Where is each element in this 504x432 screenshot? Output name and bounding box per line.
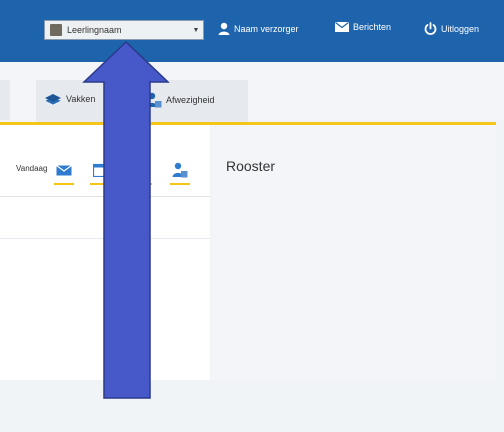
tab-previous[interactable] xyxy=(0,80,10,120)
absence-icon xyxy=(146,92,162,108)
tool-underline xyxy=(170,183,190,185)
document-icon xyxy=(136,163,148,177)
person-tool-button[interactable] xyxy=(170,160,190,185)
schedule-title: Rooster xyxy=(226,158,276,174)
power-icon xyxy=(424,22,437,35)
student-photo-icon xyxy=(50,24,62,36)
user-icon xyxy=(218,22,230,35)
logout-label: Uitloggen xyxy=(441,23,480,34)
tab-vakken[interactable]: Vakken xyxy=(44,92,95,106)
mail-tool-button[interactable] xyxy=(54,160,74,185)
tool-underline xyxy=(54,183,74,185)
divider xyxy=(0,196,210,197)
student-select[interactable]: Leerlingnaam ▼ xyxy=(44,20,204,40)
divider xyxy=(0,238,210,239)
tab-vakken-label: Vakken xyxy=(66,94,96,104)
calendar-icon xyxy=(93,163,107,177)
messages-link[interactable]: Berichten xyxy=(335,22,391,32)
tab-afwezigheid-label: Afwezigheid xyxy=(166,95,215,105)
calendar-tool-button[interactable] xyxy=(90,160,110,185)
tool-underline xyxy=(132,183,152,185)
user-menu[interactable]: Naam verzorger xyxy=(218,22,299,35)
messages-label: Berichten xyxy=(353,22,392,32)
tab-afwezigheid[interactable]: Afwezigheid xyxy=(146,92,215,108)
absence-icon xyxy=(172,162,188,178)
document-tool-button[interactable] xyxy=(132,160,152,185)
books-icon xyxy=(44,94,62,106)
tool-underline xyxy=(90,183,110,185)
student-select-value: Leerlingnaam xyxy=(67,25,122,35)
user-name: Naam verzorger xyxy=(234,23,299,34)
toolbar-label: Vandaag xyxy=(16,164,48,173)
envelope-icon xyxy=(335,22,349,32)
envelope-icon xyxy=(56,164,72,175)
logout-link[interactable]: Uitloggen xyxy=(424,22,479,35)
chevron-down-icon[interactable]: ▼ xyxy=(189,21,203,39)
